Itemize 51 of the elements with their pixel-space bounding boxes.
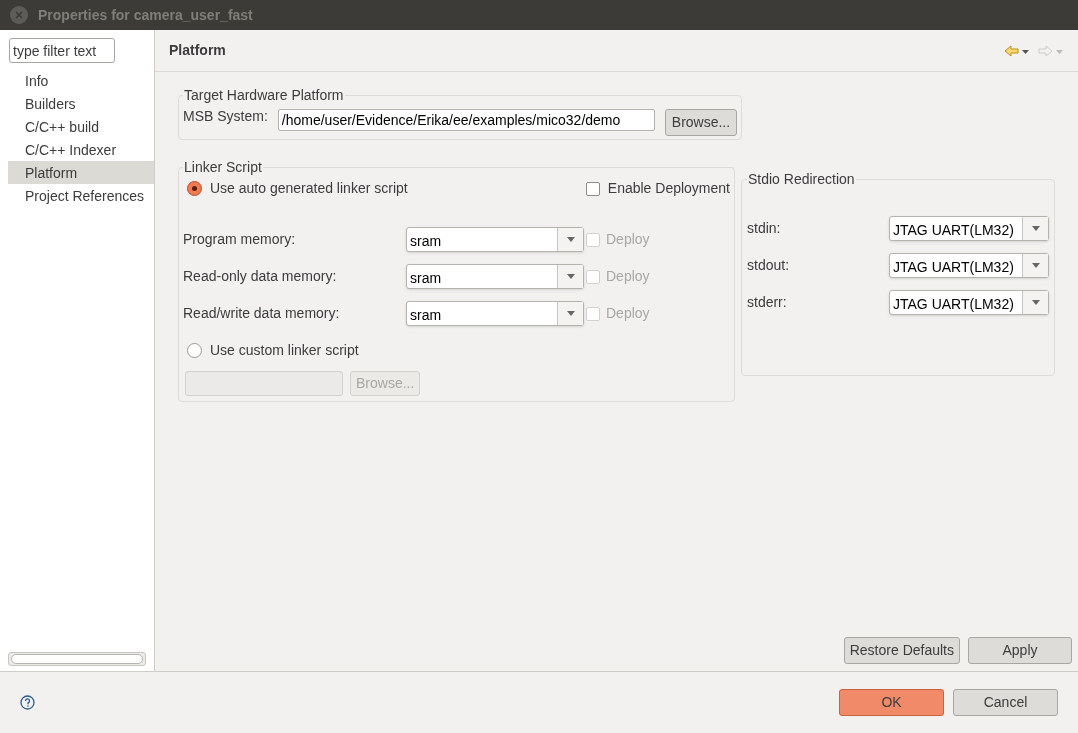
checkbox-label: Deploy bbox=[606, 267, 650, 286]
field-label: stdin: bbox=[747, 219, 781, 238]
checkbox-label: Deploy bbox=[606, 230, 650, 249]
checkbox-label: Enable Deployment bbox=[607, 179, 730, 198]
group-title: Stdio Redirection bbox=[747, 170, 856, 189]
field-label: Program memory: bbox=[183, 230, 297, 249]
dropdown[interactable]: JTAG UART(LM32) bbox=[889, 216, 1049, 241]
radio-button[interactable] bbox=[187, 181, 202, 196]
dropdown[interactable]: JTAG UART(LM32) bbox=[889, 253, 1049, 278]
help-icon[interactable] bbox=[20, 695, 35, 710]
field-label: MSB System: bbox=[183, 107, 268, 126]
caret-icon bbox=[566, 237, 575, 242]
dropdown[interactable]: JTAG UART(LM32) bbox=[889, 290, 1049, 315]
sidebar-item[interactable]: Builders bbox=[8, 92, 154, 115]
sidebar-item[interactable]: Info bbox=[8, 69, 154, 92]
field-label: Read-only data memory: bbox=[183, 267, 338, 286]
dialog-button[interactable]: Apply bbox=[968, 637, 1072, 664]
filter-field[interactable]: type filter text bbox=[9, 38, 115, 63]
back-arrow-icon[interactable] bbox=[1004, 44, 1030, 57]
cancel-button[interactable]: Cancel bbox=[953, 689, 1058, 716]
caret-icon bbox=[1031, 300, 1040, 305]
dropdown[interactable]: sram bbox=[406, 227, 584, 252]
sidebar-item[interactable]: Project References bbox=[8, 184, 154, 207]
field-label: stdout: bbox=[747, 256, 790, 275]
caret-icon bbox=[1031, 263, 1040, 268]
dropdown[interactable]: sram bbox=[406, 264, 584, 289]
radio-label: Use auto generated linker script bbox=[210, 179, 408, 198]
horizontal-scrollbar[interactable] bbox=[8, 652, 146, 666]
ok-button[interactable]: OK bbox=[839, 689, 944, 716]
sidebar-item[interactable]: C/C++ build bbox=[8, 115, 154, 138]
caret-icon bbox=[1031, 226, 1040, 231]
checkbox-label: Deploy bbox=[606, 304, 650, 323]
radio-label: Use custom linker script bbox=[210, 341, 359, 360]
group-title: Target Hardware Platform bbox=[183, 86, 345, 105]
path-field[interactable]: /home/user/Evidence/Erika/ee/examples/mico32/demo bbox=[277, 109, 655, 131]
page-title: Platform bbox=[169, 41, 226, 60]
dropdown[interactable]: sram bbox=[406, 301, 584, 326]
field-label: Read/write data memory: bbox=[183, 304, 341, 323]
field-label: stderr: bbox=[747, 293, 787, 312]
sidebar-item[interactable]: C/C++ Indexer bbox=[8, 138, 154, 161]
group-title: Linker Script bbox=[183, 158, 263, 177]
window-title: Properties for camera_user_fast bbox=[38, 5, 253, 25]
radio-button[interactable] bbox=[187, 343, 202, 358]
forward-arrow-icon[interactable] bbox=[1038, 44, 1064, 57]
caret-icon bbox=[566, 274, 575, 279]
checkbox[interactable] bbox=[585, 181, 600, 196]
caret-icon bbox=[566, 311, 575, 316]
browse-button[interactable]: Browse... bbox=[664, 109, 738, 136]
sidebar-item[interactable]: Platform bbox=[8, 161, 154, 184]
dialog-button[interactable]: Restore Defaults bbox=[843, 637, 960, 664]
close-icon[interactable] bbox=[10, 6, 28, 24]
